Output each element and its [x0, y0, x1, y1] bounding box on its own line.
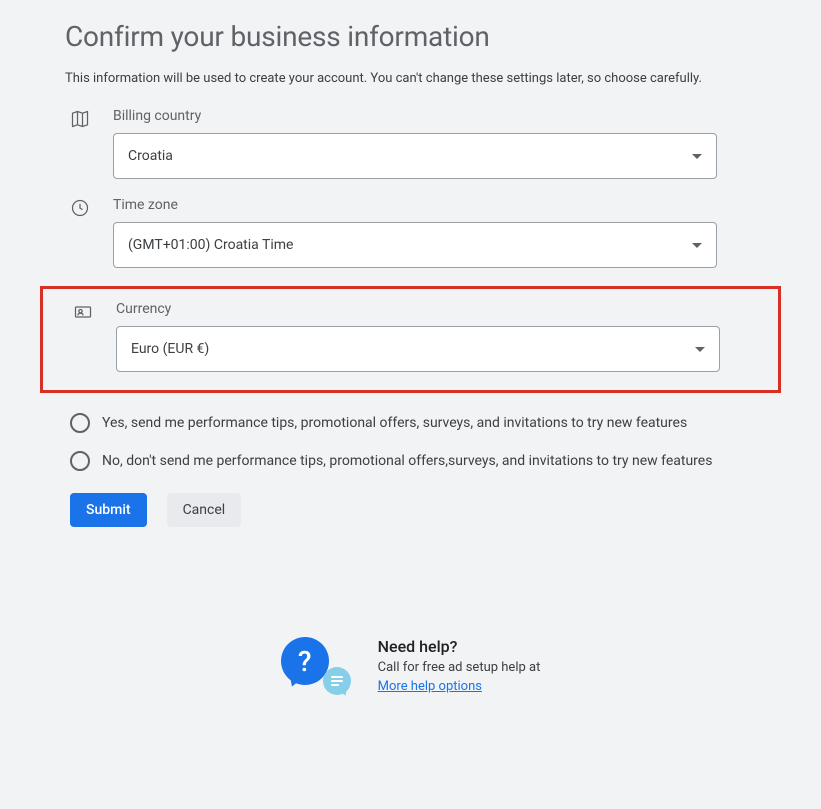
radio-no[interactable]: No, don't send me performance tips, prom… [70, 451, 756, 471]
help-title: Need help? [378, 637, 541, 656]
currency-field: Currency Euro (EUR €) [68, 301, 753, 372]
chat-bubble-icon [323, 667, 351, 695]
radio-no-label: No, don't send me performance tips, prom… [102, 451, 712, 471]
billing-country-label: Billing country [113, 108, 756, 124]
time-zone-select[interactable]: (GMT+01:00) Croatia Time [113, 222, 717, 268]
page-title: Confirm your business information [65, 20, 756, 53]
currency-value: Euro (EUR €) [131, 341, 209, 357]
chevron-down-icon [692, 154, 702, 159]
billing-country-select[interactable]: Croatia [113, 133, 717, 179]
radio-yes[interactable]: Yes, send me performance tips, promotion… [70, 413, 756, 433]
button-row: Submit Cancel [0, 493, 821, 527]
clock-icon [65, 197, 113, 222]
currency-label: Currency [116, 301, 753, 317]
chevron-down-icon [695, 347, 705, 352]
billing-country-value: Croatia [128, 148, 173, 164]
page-description: This information will be used to create … [65, 71, 756, 86]
question-bubble-icon: ? [281, 637, 329, 685]
time-zone-label: Time zone [113, 197, 756, 213]
marketing-preferences: Yes, send me performance tips, promotion… [0, 413, 821, 471]
help-text: Call for free ad setup help at [378, 660, 541, 675]
radio-icon [70, 451, 90, 471]
chevron-down-icon [692, 243, 702, 248]
radio-icon [70, 413, 90, 433]
help-section: ? Need help? Call for free ad setup help… [0, 637, 821, 697]
currency-select[interactable]: Euro (EUR €) [116, 326, 720, 372]
id-card-icon [68, 301, 116, 326]
time-zone-value: (GMT+01:00) Croatia Time [128, 237, 293, 253]
radio-yes-label: Yes, send me performance tips, promotion… [102, 413, 687, 433]
map-icon [65, 108, 113, 133]
help-illustration: ? [281, 637, 356, 697]
currency-highlight-box: Currency Euro (EUR €) [40, 286, 781, 393]
cancel-button[interactable]: Cancel [167, 493, 242, 527]
time-zone-field: Time zone (GMT+01:00) Croatia Time [65, 197, 756, 268]
billing-country-field: Billing country Croatia [65, 108, 756, 179]
help-link[interactable]: More help options [378, 679, 482, 694]
submit-button[interactable]: Submit [70, 493, 147, 527]
